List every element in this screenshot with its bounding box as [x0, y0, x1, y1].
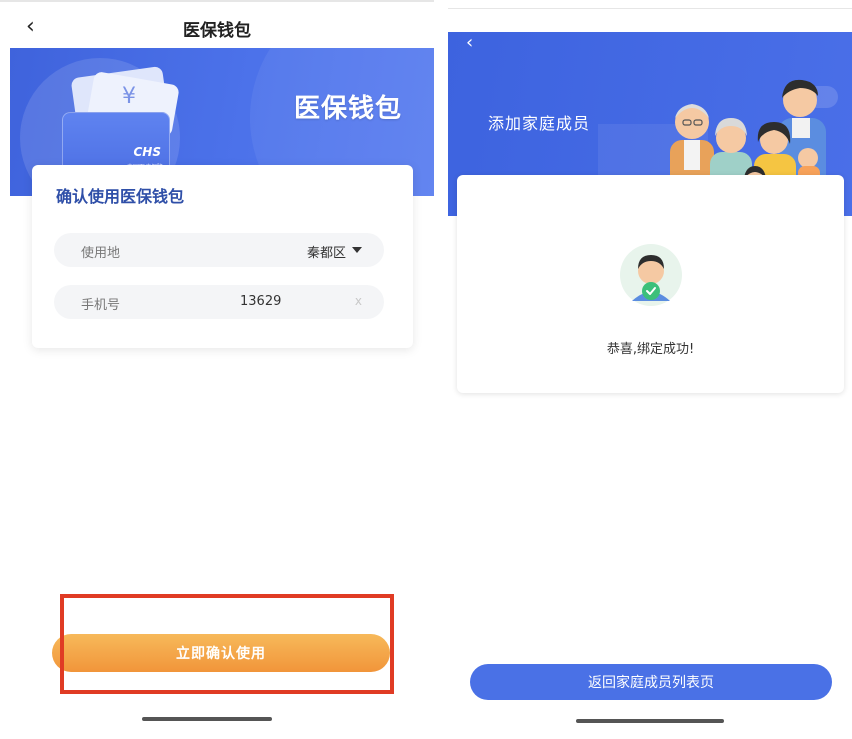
success-avatar-icon — [620, 244, 682, 306]
page-title: 医保钱包 — [183, 21, 251, 41]
status-divider — [448, 8, 852, 9]
location-label: 使用地 — [81, 246, 121, 261]
home-indicator — [576, 719, 724, 723]
caret-down-icon[interactable] — [352, 247, 362, 253]
banner-title: 医保钱包 — [293, 94, 402, 124]
highlight-box — [60, 594, 394, 694]
phone-value[interactable]: 13629 — [240, 294, 281, 309]
panel-title: 确认使用医保钱包 — [56, 187, 185, 206]
clear-icon[interactable]: x — [355, 294, 362, 308]
status-divider — [0, 0, 434, 2]
home-indicator — [142, 717, 272, 721]
phone-label: 手机号 — [81, 298, 121, 313]
success-card: 恭喜,绑定成功! — [457, 175, 844, 393]
return-family-list-button[interactable]: 返回家庭成员列表页 — [470, 664, 832, 700]
text-fade — [281, 289, 341, 315]
phone-field[interactable]: 手机号 13629 x — [54, 285, 384, 319]
chs-logo: CHS — [133, 145, 162, 159]
back-icon[interactable]: ‹ — [466, 32, 473, 53]
wallet-confirm-screen: ‹ 医保钱包 ¥ CHS 中国医疗保障 医保钱包 确认使用医保钱包 使用地 秦都… — [0, 0, 434, 739]
location-value: 秦都区 — [306, 246, 346, 261]
family-bind-success-screen: ‹ 添加家庭成员 恭喜,绑定成功! 返回家庭成员列表页 — [448, 0, 852, 739]
location-select[interactable]: 使用地 秦都区 — [54, 233, 384, 267]
nav-bar: ‹ 医保钱包 — [0, 6, 434, 48]
success-message: 恭喜,绑定成功! — [606, 342, 695, 357]
banner-title: 添加家庭成员 — [488, 114, 591, 133]
yuan-icon: ¥ — [122, 84, 136, 109]
confirm-panel: 确认使用医保钱包 使用地 秦都区 手机号 13629 x — [32, 165, 413, 348]
